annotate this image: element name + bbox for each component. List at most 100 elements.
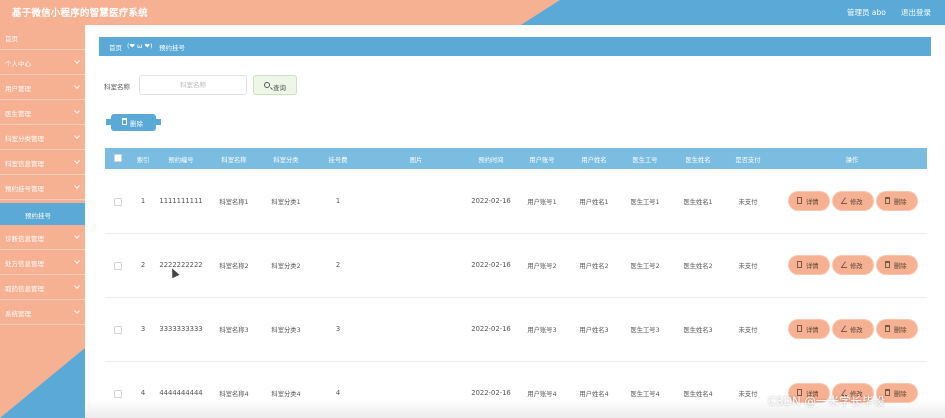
dept-name-search-input[interactable] (139, 75, 247, 95)
sidebar-item-label: 取药信息管理 (5, 285, 44, 293)
search-label: 科室名称 (104, 83, 130, 91)
edit-button[interactable]: 修改 (833, 256, 873, 274)
sidebar-item-diagnosis[interactable]: 诊断信息管理 (0, 225, 85, 250)
cell-fee: 1 (335, 197, 341, 205)
column-header: 医生工号 (632, 157, 658, 164)
top-header: 基于微信小程序的智慧医疗系统 管理员 abo 退出登录 (0, 0, 945, 25)
sidebar-item-label: 用户管理 (5, 85, 31, 93)
cell-dept-category: 科室分类3 (271, 327, 301, 334)
cell-dept-name: 科室名称2 (219, 263, 249, 270)
cell-dept-category: 科室分类4 (271, 391, 301, 398)
chevron-down-icon (74, 233, 80, 239)
trash-icon (122, 118, 127, 125)
sidebar-item-doctors[interactable]: 医生管理 (0, 100, 85, 125)
sidebar-item-label: 医生管理 (5, 110, 31, 118)
sidebar-item-label: 系统管理 (5, 310, 31, 318)
column-header: 操作 (845, 157, 859, 164)
sidebar-item-label: 科室分类管理 (5, 135, 44, 143)
table-header: 索引 预约编号 科室名称 科室分类 挂号费 图片 预约时间 用户账号 用户姓名 … (105, 148, 927, 169)
detail-button[interactable]: 详情 (789, 192, 829, 210)
table-row: 3 3333333333 科室名称3 科室分类3 3 2022-02-16 用户… (105, 298, 927, 362)
cell-doctor-no: 医生工号2 (630, 263, 660, 270)
search-button[interactable]: 查询 (253, 75, 297, 95)
cell-dept-name: 科室名称1 (219, 199, 249, 206)
column-header: 科室名称 (221, 157, 247, 164)
cell-user-account: 用户账号1 (527, 199, 557, 206)
trash-icon (885, 197, 890, 204)
sidebar-item-system[interactable]: 系统管理 (0, 300, 85, 325)
row-checkbox[interactable] (114, 390, 122, 398)
sidebar-item-prescriptions[interactable]: 处方信息管理 (0, 250, 85, 275)
cell-time: 2022-02-16 (471, 261, 511, 269)
cell-fee: 3 (335, 325, 341, 333)
chevron-down-icon (74, 158, 80, 164)
cell-doctor-no: 医生工号3 (630, 327, 660, 334)
cell-doctor-name: 医生姓名4 (683, 391, 713, 398)
cell-user-account: 用户账号2 (527, 263, 557, 270)
delete-button-label: 删除 (894, 199, 907, 206)
cell-user-name: 用户姓名1 (579, 199, 609, 206)
delete-button[interactable]: 删除 (877, 256, 917, 274)
bulk-delete-button[interactable]: 删除 (106, 114, 161, 131)
sidebar: 首页 个人中心 用户管理 医生管理 科室分类管理 科室信息管理 预约挂号管理 预… (0, 25, 85, 418)
row-checkbox[interactable] (114, 198, 122, 206)
cell-user-account: 用户账号3 (527, 327, 557, 334)
cell-fee: 4 (335, 389, 341, 397)
row-checkbox[interactable] (114, 326, 122, 334)
sidebar-subitem-label: 预约挂号 (25, 212, 51, 220)
row-checkbox[interactable] (114, 262, 122, 270)
sidebar-item-dept-info[interactable]: 科室信息管理 (0, 150, 85, 175)
cell-booking-no: 4444444444 (159, 389, 203, 397)
cell-doctor-name: 医生姓名3 (683, 327, 713, 334)
detail-button[interactable]: 详情 (789, 320, 829, 338)
cell-index: 3 (140, 325, 146, 333)
select-all-checkbox[interactable] (114, 154, 122, 162)
delete-button[interactable]: 删除 (877, 192, 917, 210)
cell-doctor-name: 医生姓名2 (683, 263, 713, 270)
column-header: 预约时间 (478, 157, 504, 164)
sidebar-item-users[interactable]: 用户管理 (0, 75, 85, 100)
chevron-down-icon (74, 258, 80, 264)
sidebar-item-appointments[interactable]: 预约挂号管理 (0, 175, 85, 200)
detail-button[interactable]: 详情 (789, 256, 829, 274)
delete-button-label: 删除 (894, 391, 907, 398)
cell-doctor-no: 医生工号1 (630, 199, 660, 206)
cell-index: 4 (140, 389, 146, 397)
edit-button[interactable]: 修改 (833, 320, 873, 338)
sidebar-item-label: 处方信息管理 (5, 260, 44, 268)
table-row: 1 1111111111 科室名称1 科室分类1 1 2022-02-16 用户… (105, 170, 927, 234)
sidebar-subitem-appointment[interactable]: 预约挂号 (0, 203, 85, 225)
column-header: 图片 (409, 157, 423, 164)
column-header: 是否支付 (735, 157, 761, 164)
cell-dept-category: 科室分类1 (271, 199, 301, 206)
edit-pen-icon (841, 261, 847, 268)
bulk-delete-label: 删除 (130, 120, 143, 128)
breadcrumb-home[interactable]: 首页 (109, 42, 122, 52)
document-icon (797, 197, 802, 204)
sidebar-item-label: 首页 (5, 35, 18, 43)
edit-button[interactable]: 修改 (833, 192, 873, 210)
edit-button-label: 修改 (850, 199, 863, 206)
column-header: 科室分类 (273, 157, 299, 164)
column-header: 用户姓名 (581, 157, 607, 164)
sidebar-item-profile[interactable]: 个人中心 (0, 50, 85, 75)
delete-button[interactable]: 删除 (877, 320, 917, 338)
delete-button-label: 删除 (894, 263, 907, 270)
breadcrumb-current: 预约挂号 (159, 44, 185, 52)
column-header: 用户账号 (529, 157, 555, 164)
sidebar-item-dept-categories[interactable]: 科室分类管理 (0, 125, 85, 150)
cell-paid: 未支付 (738, 263, 758, 270)
sidebar-item-label: 诊断信息管理 (5, 235, 44, 243)
cell-dept-name: 科室名称3 (219, 327, 249, 334)
detail-button-label: 详情 (806, 199, 819, 206)
breadcrumb: 首页 (❤ ω ❤) 预约挂号 (96, 37, 934, 56)
document-icon (797, 261, 802, 268)
cell-booking-no: 1111111111 (159, 197, 203, 205)
cell-dept-name: 科室名称4 (219, 391, 249, 398)
sidebar-item-home[interactable]: 首页 (0, 25, 85, 50)
sidebar-item-pickup[interactable]: 取药信息管理 (0, 275, 85, 300)
cell-paid: 未支付 (738, 391, 758, 398)
edit-button-label: 修改 (850, 263, 863, 270)
logout-link[interactable]: 退出登录 (901, 7, 931, 18)
edit-pen-icon (841, 197, 847, 204)
